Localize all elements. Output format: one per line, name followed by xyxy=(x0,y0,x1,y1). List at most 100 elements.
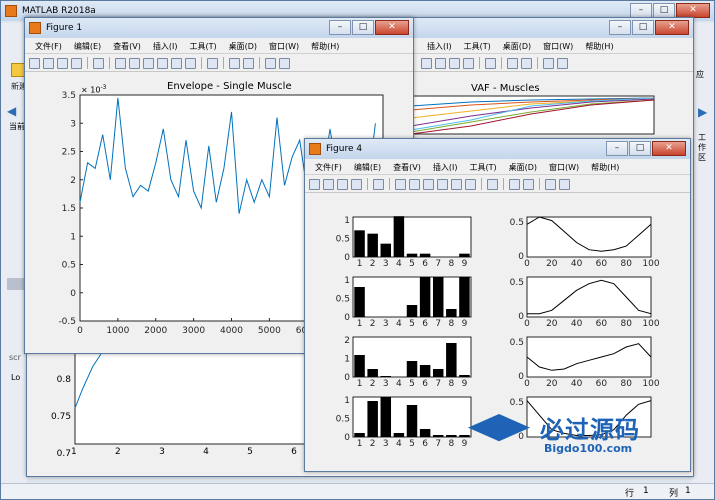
line-axes xyxy=(526,276,652,318)
hide-tools-icon[interactable] xyxy=(265,57,276,69)
maximize-icon[interactable]: □ xyxy=(352,20,374,35)
bar xyxy=(446,309,457,317)
minimize-icon[interactable]: – xyxy=(329,20,351,35)
close-icon[interactable]: ✕ xyxy=(655,20,689,35)
bar-x-tick: 9 xyxy=(462,319,468,329)
hand-icon[interactable] xyxy=(421,57,432,69)
bar-x-tick: 2 xyxy=(370,259,376,269)
link-icon[interactable] xyxy=(207,57,218,69)
separator xyxy=(87,57,88,69)
bar-y-tick: 0 xyxy=(344,253,350,263)
separator xyxy=(201,57,202,69)
bar xyxy=(393,216,405,257)
menu-file[interactable]: 文件(F) xyxy=(29,41,68,52)
menu-insert[interactable]: 插入(I) xyxy=(147,41,184,52)
y-tick-label: 0 xyxy=(70,289,76,299)
dock-icon[interactable] xyxy=(279,57,290,69)
rotate-icon[interactable] xyxy=(157,57,168,69)
colorbar-icon[interactable] xyxy=(229,57,240,69)
x-tick-label: 4000 xyxy=(220,326,243,336)
bar xyxy=(380,376,392,377)
watermark-sub: Bigdo100.com xyxy=(544,442,633,455)
print-icon[interactable] xyxy=(71,57,82,69)
menu-help[interactable]: 帮助(H) xyxy=(579,41,619,52)
menu-tools[interactable]: 工具(T) xyxy=(183,41,222,52)
bar xyxy=(419,253,431,257)
bar-x-tick: 3 xyxy=(383,259,389,269)
menu-view[interactable]: 查看(V) xyxy=(107,41,147,52)
bar-x-tick: 9 xyxy=(462,439,468,449)
matlab-status-bar: 行 1 列 1 xyxy=(1,483,714,499)
line-x-tick: 0 xyxy=(524,379,530,389)
graduation-cap-icon xyxy=(468,414,530,442)
open-icon[interactable] xyxy=(43,57,54,69)
menu-desktop[interactable]: 桌面(D) xyxy=(497,41,537,52)
brush-icon[interactable] xyxy=(463,57,474,69)
dock-icon[interactable] xyxy=(557,57,568,69)
x-tick: 5 xyxy=(247,447,253,457)
hand-icon[interactable] xyxy=(143,57,154,69)
bar xyxy=(459,277,470,317)
maximize-icon[interactable]: □ xyxy=(653,3,675,18)
figure-icon xyxy=(29,22,41,34)
back-arrow-icon[interactable]: ◀ xyxy=(7,105,19,117)
y-tick-label: 3.5 xyxy=(62,91,76,101)
line-axes xyxy=(526,336,652,378)
bar xyxy=(380,243,392,257)
datacursor-icon[interactable] xyxy=(449,57,460,69)
maximize-icon[interactable]: □ xyxy=(632,20,654,35)
link-icon[interactable] xyxy=(485,57,496,69)
menu-tools[interactable]: 工具(T) xyxy=(458,41,497,52)
y-tick-label: 2 xyxy=(70,176,76,186)
bar xyxy=(419,365,431,377)
line-x-tick: 40 xyxy=(571,259,583,269)
bar-x-tick: 8 xyxy=(448,379,454,389)
bar-x-tick: 5 xyxy=(409,319,415,329)
menu-desktop[interactable]: 桌面(D) xyxy=(223,41,263,52)
close-icon[interactable]: ✕ xyxy=(676,3,710,18)
bar-y-tick: 0.5 xyxy=(336,235,350,245)
menu-insert[interactable]: 插入(I) xyxy=(421,41,458,52)
y-tick-label: 1 xyxy=(70,232,76,242)
hide-tools-icon[interactable] xyxy=(543,57,554,69)
bar-x-tick: 2 xyxy=(370,439,376,449)
separator xyxy=(223,57,224,69)
datacursor-icon[interactable] xyxy=(171,57,182,69)
bar-x-tick: 7 xyxy=(435,379,441,389)
x-tick-label: 1000 xyxy=(106,326,129,336)
colorbar-icon[interactable] xyxy=(507,57,518,69)
figure1-title: Figure 1 xyxy=(46,23,83,33)
zoom-out-icon[interactable] xyxy=(129,57,140,69)
new-figure-icon[interactable] xyxy=(29,57,40,69)
line-axes xyxy=(526,216,652,258)
bar-y-tick: 2 xyxy=(344,336,350,346)
menu-help[interactable]: 帮助(H) xyxy=(305,41,345,52)
save-icon[interactable] xyxy=(57,57,68,69)
bar-x-tick: 7 xyxy=(435,439,441,449)
bar-x-tick: 5 xyxy=(409,259,415,269)
brush-icon[interactable] xyxy=(185,57,196,69)
line-y-tick: 0.5 xyxy=(510,278,524,288)
minimize-icon[interactable]: – xyxy=(609,20,631,35)
vaf-plot-title: VAF - Muscles xyxy=(471,83,540,94)
menu-edit[interactable]: 编辑(E) xyxy=(68,41,107,52)
legend-icon[interactable] xyxy=(243,57,254,69)
menu-window[interactable]: 窗口(W) xyxy=(537,41,579,52)
minimize-icon[interactable]: – xyxy=(630,3,652,18)
new-icon[interactable] xyxy=(11,63,25,77)
zoom-in-icon[interactable] xyxy=(115,57,126,69)
close-icon[interactable]: ✕ xyxy=(375,20,409,35)
matlab-right-strip: 应 ▶ 工作区 xyxy=(692,23,714,483)
figure1-exponent: × 10-3 xyxy=(81,84,106,95)
rotate-icon[interactable] xyxy=(435,57,446,69)
forward-arrow-icon[interactable]: ▶ xyxy=(698,105,707,119)
legend-icon[interactable] xyxy=(521,57,532,69)
bar xyxy=(354,230,365,257)
menu-window[interactable]: 窗口(W) xyxy=(263,41,305,52)
pointer-icon[interactable] xyxy=(93,57,104,69)
script-label: scr xyxy=(9,353,21,362)
bar-x-tick: 2 xyxy=(370,379,376,389)
vaf-lines-chart xyxy=(410,95,655,135)
bar-x-tick: 3 xyxy=(383,319,389,329)
figure1-toolbar xyxy=(25,55,413,72)
